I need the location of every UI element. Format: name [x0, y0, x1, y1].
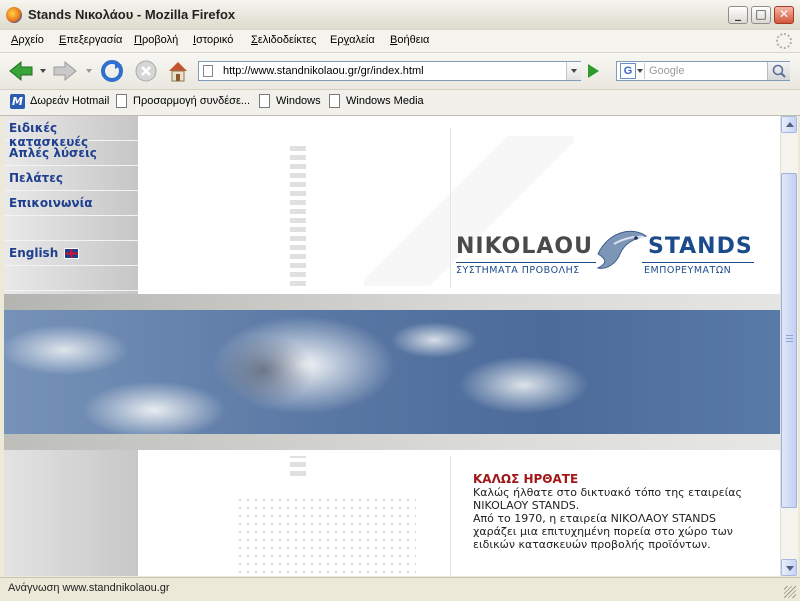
bookmark-windows[interactable]: Windows: [276, 95, 321, 107]
language-link-english[interactable]: English: [4, 241, 138, 266]
logo-subtitle-right: ΕΜΠΟΡΕΥΜΑΤΩΝ: [644, 265, 732, 276]
url-bar[interactable]: http://www.standnikolaou.gr/gr/index.htm…: [198, 61, 581, 81]
nav-link-contact[interactable]: Επικοινωνία: [4, 191, 138, 216]
language-label: English: [9, 246, 59, 260]
banner-band: [4, 434, 780, 450]
welcome-line: ειδικών κατασκευών προβολής προϊόντων.: [473, 538, 711, 551]
divider: [450, 456, 451, 576]
fish-logo-icon: [596, 230, 648, 269]
uk-flag-icon: [64, 248, 79, 259]
welcome-line: Από το 1970, η εταιρεία ΝΙΚΟΛΑΟΥ STANDS: [473, 512, 716, 525]
reload-icon: [101, 60, 123, 82]
minimize-button[interactable]: _: [728, 6, 748, 24]
google-icon: G: [620, 63, 636, 79]
window-title: Stands Νικολάου - Mozilla Firefox: [28, 7, 236, 22]
home-icon: [169, 62, 187, 82]
throbber-icon: [776, 33, 792, 49]
page-icon: [203, 65, 213, 77]
nav-link-clients[interactable]: Πελάτες: [4, 166, 138, 191]
bookmarks-toolbar: M Δωρεάν Hotmail Προσαρμογή συνδέσε... W…: [0, 90, 800, 116]
resize-grip-icon[interactable]: [784, 586, 796, 598]
nav-spacer: [4, 266, 138, 291]
side-panel: [4, 450, 138, 576]
welcome-line: NIKOLAOY STANDS.: [473, 499, 580, 512]
dot-pattern: [236, 496, 416, 576]
grip-icon: [786, 334, 793, 342]
nav-link-simple-solutions[interactable]: Απλές λύσεις: [4, 141, 138, 166]
search-button[interactable]: [767, 62, 790, 80]
search-input[interactable]: Google: [649, 65, 684, 77]
url-history-dropdown[interactable]: [566, 62, 581, 80]
welcome-title: ΚΑΛΩΣ ΗΡΘΑΤΕ: [473, 472, 579, 486]
menu-help[interactable]: Βοήθεια: [390, 34, 429, 46]
logo-subtitle-left: ΣΥΣΤΗΜΑΤΑ ΠΡΟΒΟΛΗΣ: [456, 265, 580, 276]
menu-edit[interactable]: Επεξεργασία: [59, 34, 122, 46]
welcome-line: Καλώς ήλθατε στο δικτυακό τόπο της εταιρ…: [473, 486, 743, 499]
url-text[interactable]: http://www.standnikolaou.gr/gr/index.htm…: [223, 65, 424, 77]
chevron-up-icon: [786, 122, 794, 127]
menu-history[interactable]: Ιστορικό: [193, 34, 233, 46]
nav-link-special-constructions[interactable]: Ειδικές κατασκευές: [4, 116, 138, 149]
welcome-section: ΚΑΛΩΣ ΗΡΘΑΤΕ Καλώς ήλθατε στο δικτυακό τ…: [473, 472, 763, 551]
logo-rule: [456, 262, 596, 263]
menu-bookmarks[interactable]: Σελιδοδείκτες: [251, 34, 316, 46]
page-content: Ειδικές κατασκευές Απλές λύσεις Πελάτες …: [4, 116, 780, 576]
chevron-down-icon: [637, 69, 643, 73]
dot-pattern: [290, 146, 306, 286]
stop-button[interactable]: [134, 59, 160, 83]
status-bar: Ανάγνωση www.standnikolaou.gr: [0, 577, 800, 601]
back-arrow-icon: [9, 60, 33, 82]
scroll-up-button[interactable]: [781, 116, 797, 133]
menu-view[interactable]: Προβολή: [134, 34, 178, 46]
back-history-dropdown-icon[interactable]: [40, 69, 46, 73]
status-text: Ανάγνωση www.standnikolaou.gr: [8, 582, 170, 594]
logo-stands-text: STANDS: [648, 234, 753, 259]
search-engine-selector[interactable]: G: [618, 63, 645, 79]
vertical-scrollbar[interactable]: [780, 116, 798, 576]
back-button[interactable]: [8, 59, 34, 83]
nav-spacer: [4, 216, 138, 241]
stop-icon: [135, 60, 157, 82]
welcome-line: χαράζει μια επιτυχημένη πορεία στο χώρο …: [473, 525, 733, 538]
menu-bar: Αρχείο Επεξεργασία Προβολή Ιστορικό Σελι…: [0, 30, 800, 53]
page-icon: [259, 94, 270, 108]
maximize-button[interactable]: □: [751, 6, 771, 24]
chevron-down-icon: [786, 566, 794, 571]
firefox-icon: [6, 7, 22, 23]
home-button[interactable]: [166, 59, 192, 83]
close-button[interactable]: ✕: [774, 6, 794, 24]
forward-arrow-icon: [53, 60, 77, 82]
magnifier-icon: [772, 64, 786, 78]
menu-file[interactable]: Αρχείο: [11, 34, 44, 46]
logo-rule: [642, 262, 754, 263]
divider: [450, 128, 451, 288]
reload-button[interactable]: [100, 59, 126, 83]
navigation-toolbar: http://www.standnikolaou.gr/gr/index.htm…: [0, 53, 800, 90]
company-logo: NIKOLAOU STANDS ΣΥΣΤΗΜΑΤΑ ΠΡΟΒΟΛΗΣ ΕΜΠΟΡ…: [456, 224, 756, 280]
scroll-down-button[interactable]: [781, 559, 797, 576]
menu-tools[interactable]: Εργαλεία: [330, 34, 375, 46]
title-bar[interactable]: Stands Νικολάου - Mozilla Firefox _ □ ✕: [0, 0, 800, 31]
hotmail-icon: M: [10, 94, 25, 109]
go-arrow-icon[interactable]: [588, 64, 599, 78]
forward-history-dropdown-icon[interactable]: [86, 69, 92, 73]
sky-banner-image: [4, 310, 780, 434]
page-icon: [116, 94, 127, 108]
search-bar[interactable]: G Google: [616, 61, 790, 81]
scroll-thumb[interactable]: [781, 173, 797, 508]
dot-pattern: [290, 456, 306, 476]
banner-band: [4, 294, 780, 310]
page-icon: [329, 94, 340, 108]
forward-button[interactable]: [52, 59, 78, 83]
bookmark-customize-links[interactable]: Προσαρμογή συνδέσε...: [133, 95, 250, 107]
logo-nikolaou-text: NIKOLAOU: [456, 234, 593, 259]
chevron-down-icon: [571, 69, 577, 73]
bookmark-windows-media[interactable]: Windows Media: [346, 95, 424, 107]
bookmark-hotmail[interactable]: Δωρεάν Hotmail: [30, 95, 109, 107]
